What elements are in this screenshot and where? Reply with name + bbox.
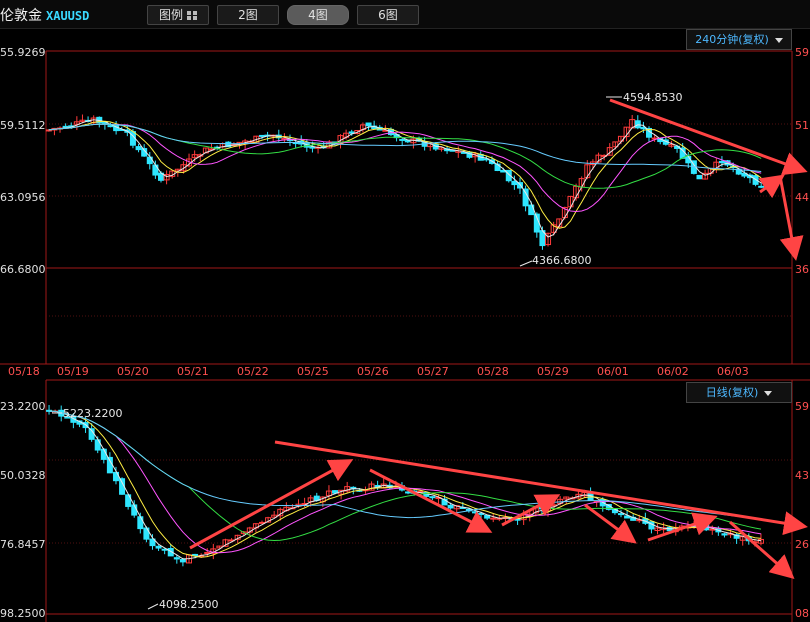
lower-right-label: 26 <box>795 538 809 551</box>
candle-body <box>490 517 497 520</box>
candle-body <box>634 120 641 129</box>
candle-body <box>721 533 728 536</box>
candle-body <box>155 545 162 549</box>
candle-body <box>100 448 107 460</box>
candle-body <box>709 528 716 531</box>
date-label: 05/20 <box>117 365 149 378</box>
lower-price-label: 23.2200 <box>0 400 46 413</box>
candle-body <box>511 180 518 186</box>
candle-body <box>405 491 412 494</box>
chevron-down-icon <box>764 390 773 396</box>
upper-right-label: 36 <box>795 263 809 276</box>
date-label: 05/28 <box>477 365 509 378</box>
trend-arrow <box>729 520 795 579</box>
date-label: 06/01 <box>597 365 629 378</box>
upper-high-annotation: 4594.8530 <box>623 91 683 104</box>
candle-body <box>522 188 529 207</box>
date-label: 05/26 <box>357 365 389 378</box>
lower-period-select[interactable]: 日线(复权) <box>686 382 792 403</box>
date-label: 05/18 <box>8 365 40 378</box>
lower-low-annotation: 4098.2500 <box>159 598 219 611</box>
lower-high-annotation: 5223.2200 <box>63 407 123 420</box>
candle-body <box>447 504 454 509</box>
candle-body <box>135 146 142 151</box>
date-label: 05/19 <box>57 365 89 378</box>
upper-right-label: 59 <box>795 46 809 59</box>
date-label: 05/21 <box>177 365 209 378</box>
upper-low-annotation: 4366.6800 <box>532 254 592 267</box>
trend-arrow <box>609 98 808 176</box>
candle-body <box>107 125 114 128</box>
moving-average-line <box>48 410 762 542</box>
moving-average-line <box>48 410 762 554</box>
upper-candlestick-plot <box>45 114 765 250</box>
date-label: 06/02 <box>657 365 689 378</box>
chevron-down-icon <box>774 37 783 43</box>
candle-body <box>106 456 113 474</box>
candle-body <box>131 504 138 516</box>
candle-body <box>696 174 703 180</box>
trend-arrow <box>758 174 785 199</box>
candle-body <box>471 511 478 514</box>
low-annotation-leader <box>147 603 159 610</box>
candle-body <box>758 185 765 188</box>
candle-body <box>624 515 631 519</box>
upper-price-label: 59.5112 <box>0 119 46 132</box>
lower-right-label: 08 <box>795 607 809 620</box>
upper-right-label: 51 <box>795 119 809 132</box>
candle-body <box>258 134 265 137</box>
date-label: 06/03 <box>717 365 749 378</box>
candle-body <box>429 496 436 499</box>
lower-price-label: 76.8457 <box>0 538 46 551</box>
lower-price-label: 50.0328 <box>0 469 46 482</box>
chart-canvas: 55.9269 59.5112 63.0956 66.6800 59 51 44… <box>0 46 810 622</box>
date-label: 05/29 <box>537 365 569 378</box>
lower-right-label: 43 <box>795 469 809 482</box>
upper-price-label: 63.0956 <box>0 191 46 204</box>
candle-body <box>137 516 144 530</box>
lower-candlestick-plot <box>46 404 764 567</box>
candle-body <box>204 552 211 555</box>
low-annotation-leader <box>519 260 533 267</box>
date-label: 05/27 <box>417 365 449 378</box>
candle-body <box>718 160 725 164</box>
moving-average-line <box>48 410 762 558</box>
upper-price-label: 55.9269 <box>0 46 46 59</box>
lower-price-label: 98.2500 <box>0 607 46 620</box>
candle-body <box>365 122 372 127</box>
candle-body <box>173 557 180 560</box>
candle-body <box>618 513 625 516</box>
candle-body <box>399 138 406 141</box>
candle-body <box>179 559 186 563</box>
trend-arrow <box>778 175 804 261</box>
date-label: 05/22 <box>237 365 269 378</box>
date-label: 05/25 <box>297 365 329 378</box>
upper-right-label: 44 <box>795 191 809 204</box>
upper-price-label: 66.6800 <box>0 263 46 276</box>
upper-panel-frame <box>0 50 810 622</box>
upper-period-select[interactable]: 240分钟(复权) <box>686 29 792 50</box>
lower-right-label: 59 <box>795 400 809 413</box>
